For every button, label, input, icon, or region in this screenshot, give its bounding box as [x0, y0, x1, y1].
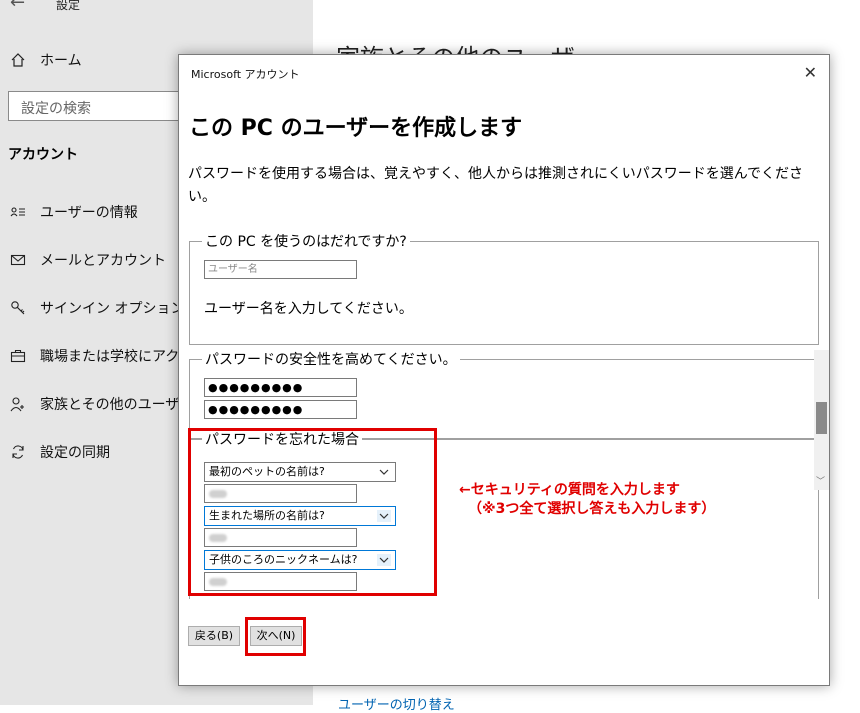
sidebar-item-mail[interactable]: メールとアカウント: [8, 248, 166, 272]
username-hint: ユーザー名を入力してください。: [204, 301, 413, 317]
sidebar-item-sync[interactable]: 設定の同期: [8, 440, 110, 464]
annotation-text-1: ←セキュリティの質問を入力します: [459, 482, 680, 498]
dialog-description: パスワードを使用する場合は、覚えやすく、他人からは推測されにくいパスワードを選ん…: [188, 166, 804, 205]
form-scrollbar[interactable]: ﹀: [814, 350, 829, 490]
mail-icon: [8, 250, 28, 270]
password-input[interactable]: ●●●●●●●●●: [204, 378, 357, 397]
switch-user-link[interactable]: ユーザーの切り替え: [338, 694, 455, 713]
password-confirm-input[interactable]: ●●●●●●●●●: [204, 400, 357, 419]
scrollbar-thumb[interactable]: [816, 402, 827, 434]
sidebar-item-label: ホーム: [40, 53, 82, 69]
sidebar-item-user-info[interactable]: ユーザーの情報: [8, 200, 138, 224]
close-icon[interactable]: ✕: [804, 63, 817, 82]
settings-title: 設定: [56, 0, 81, 12]
dialog-title: Microsoft アカウント: [191, 68, 300, 81]
username-input[interactable]: ユーザー名: [204, 260, 357, 279]
password-group: パスワードの安全性を高めてください。 ●●●●●●●●● ●●●●●●●●●: [189, 349, 819, 439]
briefcase-icon: [8, 346, 28, 366]
section-heading: アカウント: [8, 147, 78, 163]
sidebar-item-label: 職場または学校にアクセ: [40, 349, 194, 365]
sidebar-item-home[interactable]: ホーム: [8, 48, 82, 72]
annotation-text-2: （※3つ全て選択し答えも入力します）: [468, 501, 716, 517]
user-info-icon: [8, 202, 28, 222]
chevron-down-icon[interactable]: ﹀: [816, 474, 825, 487]
home-icon: [8, 50, 28, 70]
group-legend: この PC を使うのはだれですか?: [202, 233, 410, 251]
sidebar-item-label: 家族とその他のユーザー: [40, 397, 194, 413]
sidebar-item-label: 設定の同期: [40, 445, 110, 461]
group-legend: パスワードの安全性を高めてください。: [202, 349, 460, 369]
sidebar-item-work-school[interactable]: 職場または学校にアクセ: [8, 344, 193, 368]
annotation-box-security: [188, 428, 437, 596]
person-icon: [8, 394, 28, 414]
annotation-box-next: [245, 617, 306, 656]
sidebar-item-signin[interactable]: サインイン オプション: [8, 296, 184, 320]
dialog-heading: この PC のユーザーを作成します: [189, 116, 523, 141]
username-group: この PC を使うのはだれですか? ユーザー名 ユーザー名を入力してください。: [189, 233, 819, 345]
sidebar-item-family[interactable]: 家族とその他のユーザー: [8, 392, 193, 416]
sync-icon: [8, 442, 28, 462]
key-icon: [8, 298, 28, 318]
sidebar-item-label: サインイン オプション: [40, 301, 185, 317]
sidebar-item-label: メールとアカウント: [40, 253, 166, 269]
sidebar-item-label: ユーザーの情報: [40, 205, 138, 221]
back-button[interactable]: 戻る(B): [188, 626, 240, 646]
back-arrow-icon[interactable]: ←: [10, 0, 25, 13]
